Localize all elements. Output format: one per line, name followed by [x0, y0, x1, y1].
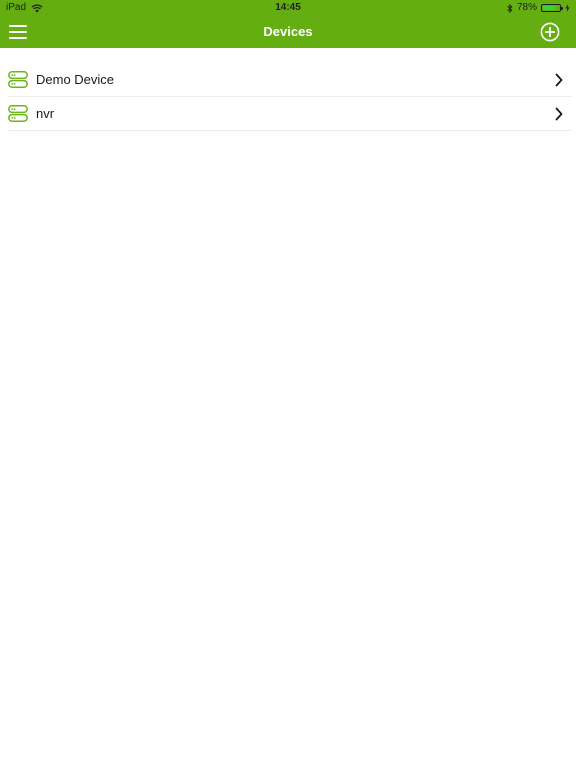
- list-item[interactable]: Demo Device: [8, 63, 572, 97]
- nav-bar: Devices: [0, 16, 576, 48]
- add-device-button[interactable]: [540, 22, 560, 42]
- server-icon: [8, 105, 28, 122]
- bluetooth-icon: [507, 3, 513, 13]
- charging-bolt-icon: [565, 4, 570, 12]
- device-label: nvr: [36, 106, 55, 121]
- page-title: Devices: [263, 24, 313, 39]
- chevron-right-icon: [555, 107, 563, 120]
- device-list: Demo Device nvr: [0, 63, 576, 131]
- server-icon: [8, 71, 28, 88]
- top-bar: iPad 14:45 78% Devices: [0, 0, 576, 48]
- status-right: 78%: [507, 0, 570, 16]
- device-label: Demo Device: [36, 72, 115, 87]
- list-item[interactable]: nvr: [8, 97, 572, 131]
- add-circle-icon: [540, 22, 560, 42]
- status-bar: iPad 14:45 78%: [0, 0, 576, 16]
- battery-icon: [541, 4, 563, 12]
- battery-percent: 78%: [516, 2, 537, 13]
- chevron-right-icon: [555, 73, 563, 86]
- battery-level: [543, 6, 556, 10]
- status-time: 14:45: [275, 2, 301, 13]
- app-window: iPad 14:45 78% Devices Demo Device nvr: [0, 0, 576, 768]
